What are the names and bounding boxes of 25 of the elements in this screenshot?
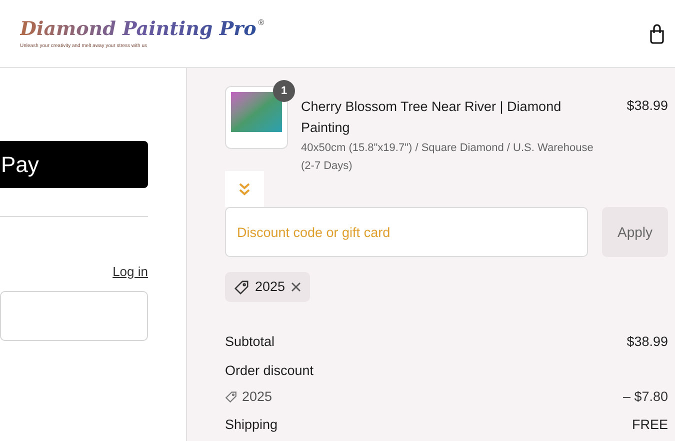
tag-icon xyxy=(234,280,249,294)
shipping-label: Shipping xyxy=(225,416,278,434)
pay-button[interactable]: Pay xyxy=(0,141,148,188)
tag-icon xyxy=(225,391,237,403)
chip-code: 2025 xyxy=(255,278,286,296)
shopping-bag-icon[interactable] xyxy=(649,24,665,44)
log-in-link[interactable]: Log in xyxy=(112,262,148,282)
product-variant: 40x50cm (15.8"x19.7") / Square Diamond / U.S. Warehouse (2-7 Days) xyxy=(301,141,594,174)
discount-input-field[interactable]: Discount code or gift card xyxy=(225,207,588,257)
apply-button[interactable]: Apply xyxy=(602,207,668,257)
discount-chip[interactable]: 2025 xyxy=(225,272,310,302)
email-input-field[interactable] xyxy=(0,290,148,340)
product-price: $38.99 xyxy=(626,97,668,115)
subtotal-value: $38.99 xyxy=(626,332,668,351)
registered-mark: ® xyxy=(258,17,264,29)
order-discount-label: Order discount xyxy=(225,362,314,380)
subtotal-label: Subtotal xyxy=(225,332,275,351)
quantity-badge: 1 xyxy=(273,80,295,102)
double-chevron-down-icon xyxy=(238,182,251,196)
product-photo-placeholder xyxy=(225,86,288,149)
shipping-value: FREE xyxy=(632,416,668,434)
discount-value: – $7.80 xyxy=(622,388,668,406)
discount-code: 2025 xyxy=(242,388,272,406)
close-icon[interactable] xyxy=(291,282,302,292)
product-title: Cherry Blossom Tree Near River | Diamond Painting xyxy=(301,98,562,137)
